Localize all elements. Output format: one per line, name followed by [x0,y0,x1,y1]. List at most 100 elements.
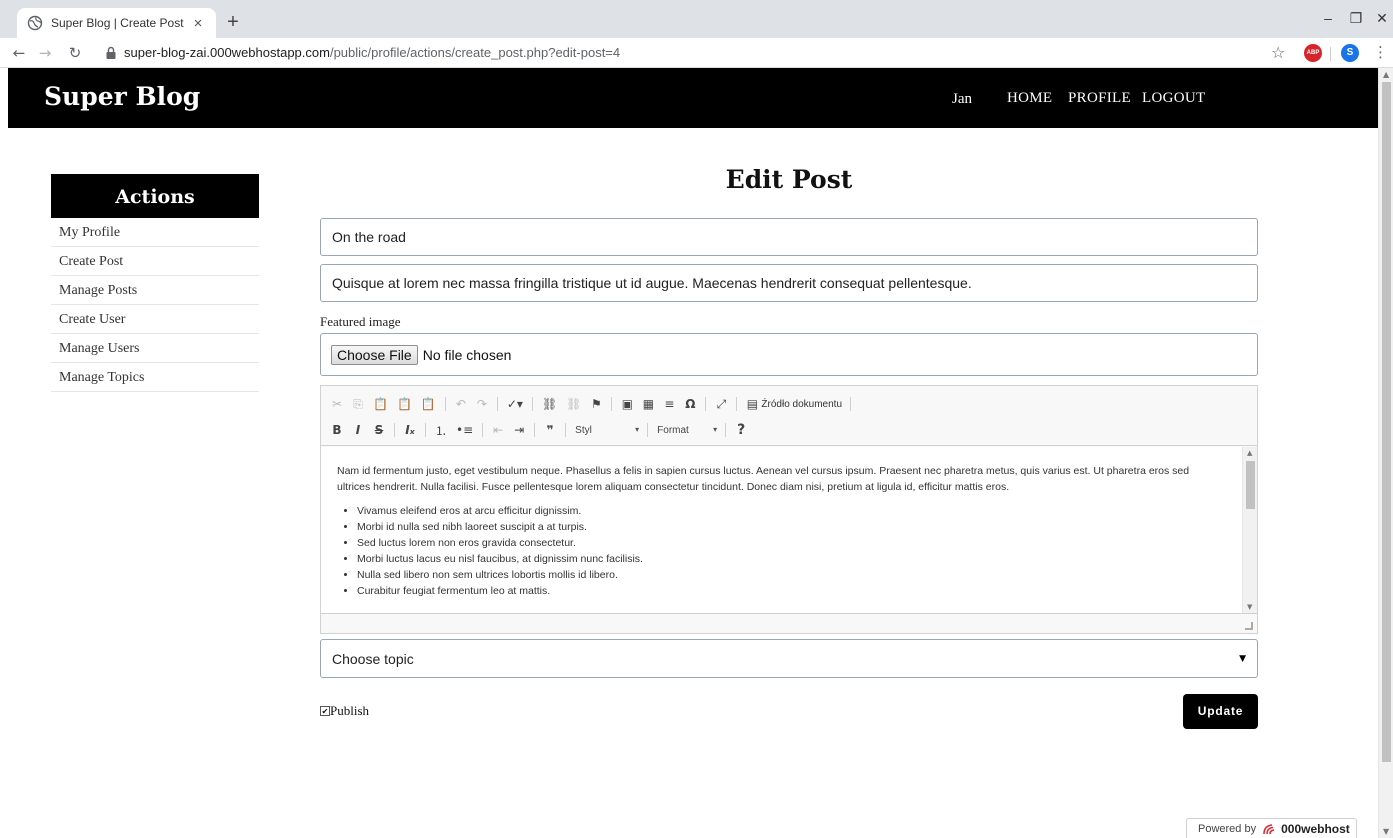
numbered-list-icon[interactable]: ⒈ [435,422,447,439]
link-icon[interactable]: ⛓ [542,397,557,411]
sidebar-item-create-user[interactable]: Create User [51,305,259,334]
strike-icon[interactable]: S [373,423,385,437]
sidebar-title: Actions [51,174,259,218]
sidebar-item-my-profile[interactable]: My Profile [51,218,259,247]
bulleted-list-icon[interactable]: •≡ [456,423,473,437]
rich-text-editor: ✂ ⎘ 📋 📋 📋 ↶ ↷ ✓▾ ⛓ ⛓ ⚑ ▣ ▦ ≡ Ω ⤢ ▤ Źródł… [320,385,1258,634]
adblock-icon[interactable]: ABP [1304,44,1322,62]
actions-sidebar: Actions My Profile Create Post Manage Po… [51,174,259,392]
new-tab-button[interactable]: + [222,12,244,34]
special-char-icon[interactable]: Ω [684,397,696,411]
featured-image-input[interactable]: Choose File No file chosen [320,333,1258,376]
toolbar-divider [1330,47,1331,61]
editor-scrollbar[interactable]: ▲ ▼ [1242,447,1257,613]
post-excerpt-input[interactable]: Quisque at lorem nec massa fringilla tri… [320,264,1258,302]
nav-home[interactable]: HOME [1007,90,1052,107]
italic-icon[interactable]: I [352,423,364,437]
copy-icon[interactable]: ⎘ [352,397,364,412]
page-scrollbar[interactable]: ▲ ▼ [1378,68,1393,838]
nav-logout[interactable]: LOGOUT [1142,90,1205,107]
bookmark-star-icon[interactable]: ☆ [1271,43,1285,62]
toolbar-separator [725,423,727,437]
cut-icon[interactable]: ✂ [331,397,343,411]
maximize-icon[interactable]: ⤢ [715,397,727,412]
redo-icon[interactable]: ↷ [476,397,488,411]
sidebar-item-manage-topics[interactable]: Manage Topics [51,363,259,392]
publish-checkbox[interactable]: ✔ [320,706,330,716]
minimize-icon[interactable]: – [1318,10,1338,26]
choose-file-button[interactable]: Choose File [331,344,418,365]
resize-handle-icon[interactable] [1245,622,1253,630]
nav-profile[interactable]: PROFILE [1068,90,1131,107]
sidebar-item-manage-users[interactable]: Manage Users [51,334,259,363]
close-window-icon[interactable]: ✕ [1372,10,1392,27]
list-item: Nulla sed libero non sem ultrices lobort… [357,567,1219,583]
horizontal-line-icon[interactable]: ≡ [663,397,675,411]
topic-select-value: Choose topic [332,650,414,667]
editor-toolbar: ✂ ⎘ 📋 📋 📋 ↶ ↷ ✓▾ ⛓ ⛓ ⚑ ▣ ▦ ≡ Ω ⤢ ▤ Źródł… [321,386,1257,446]
bold-icon[interactable]: B [331,423,343,437]
back-icon[interactable]: ← [8,42,30,64]
nav-username: Jan [952,91,972,107]
browser-menu-icon[interactable]: ⋮ [1373,43,1388,61]
editor-content[interactable]: Nam id fermentum justo, eget vestibulum … [321,447,1257,613]
tab-close-icon[interactable]: × [190,15,206,32]
toolbar-separator [496,397,498,411]
restore-icon[interactable]: ❐ [1346,10,1366,27]
topic-select[interactable]: Choose topic ▼ [320,639,1258,678]
globe-icon [27,15,43,31]
toolbar-separator [850,397,852,411]
page-scrollbar-thumb[interactable] [1382,82,1391,762]
browser-toolbar: ← → ↻ super-blog-zai.000webhostapp.com/p… [0,38,1393,68]
publish-label: Publish [330,703,370,718]
source-button[interactable]: Źródło dokumentu [761,399,842,410]
image-icon[interactable]: ▣ [621,397,633,411]
style-dropdown[interactable]: Styl ▾ [575,425,639,436]
toolbar-separator [565,423,567,437]
update-button[interactable]: Update [1183,694,1258,729]
scroll-up-icon[interactable]: ▲ [1247,449,1252,457]
format-dropdown-label: Format [657,424,689,436]
webhost-logo-icon [1263,823,1275,834]
unlink-icon[interactable]: ⛓ [566,397,581,411]
sidebar-item-create-post[interactable]: Create Post [51,247,259,276]
remove-format-icon[interactable]: Iₓ [404,423,416,437]
sidebar-item-manage-posts[interactable]: Manage Posts [51,276,259,305]
paste-word-icon[interactable]: 📋 [421,397,436,411]
page-title: Edit Post [725,165,853,194]
table-icon[interactable]: ▦ [642,397,654,411]
paste-text-icon[interactable]: 📋 [397,397,412,411]
toolbar-separator [611,397,613,411]
scroll-up-icon[interactable]: ▲ [1383,70,1389,79]
powered-by-badge[interactable]: Powered by 000webhost [1186,818,1357,838]
anchor-icon[interactable]: ⚑ [590,397,602,411]
toolbar-separator [534,423,536,437]
help-icon[interactable]: ? [735,422,747,438]
toolbar-separator [394,423,395,437]
paste-icon[interactable]: 📋 [373,397,388,411]
undo-icon[interactable]: ↶ [455,397,467,411]
scroll-down-icon[interactable]: ▼ [1247,603,1252,611]
site-brand[interactable]: Super Blog [44,82,200,111]
no-file-text: No file chosen [422,346,512,363]
toolbar-separator [444,397,446,411]
post-excerpt-value: Quisque at lorem nec massa fringilla tri… [332,275,972,291]
blockquote-icon[interactable]: ❞ [544,423,556,437]
address-bar[interactable]: super-blog-zai.000webhostapp.com/public/… [124,45,620,60]
browser-tab[interactable]: Super Blog | Create Post × [17,8,216,38]
format-dropdown[interactable]: Format ▾ [657,425,717,436]
spellcheck-icon[interactable]: ✓▾ [507,397,523,411]
indent-icon[interactable]: ⇥ [513,423,525,437]
reload-icon[interactable]: ↻ [64,42,86,64]
url-host: super-blog-zai.000webhostapp.com [124,45,330,60]
editor-scrollbar-thumb[interactable] [1246,461,1255,509]
editor-bullet-list: Vivamus eleifend eros at arcu efficitur … [337,503,1219,599]
outdent-icon[interactable]: ⇤ [492,423,504,437]
url-path: /public/profile/actions/create_post.php?… [329,45,621,60]
toolbar-separator [647,423,649,437]
scroll-down-icon[interactable]: ▼ [1383,827,1389,836]
profile-avatar[interactable]: S [1341,44,1359,62]
forward-icon[interactable]: → [34,42,56,64]
publish-toggle[interactable]: ✔ Publish [320,703,369,719]
post-title-input[interactable]: On the road [320,218,1258,256]
